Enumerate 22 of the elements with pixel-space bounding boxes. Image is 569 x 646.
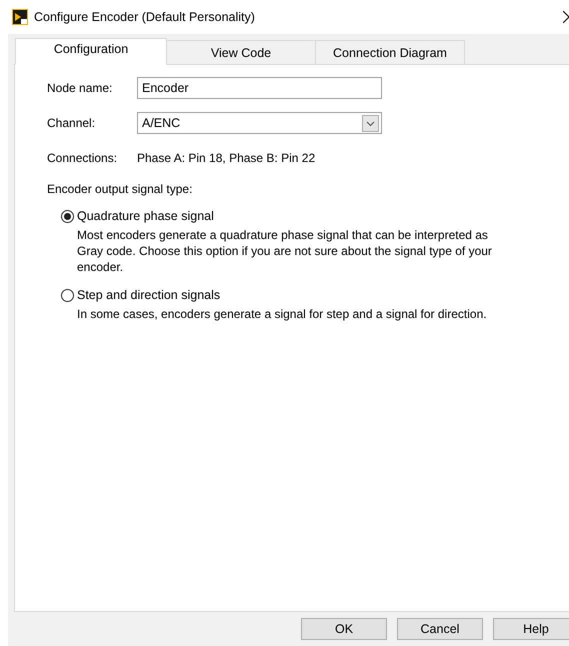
tab[interactable]: Configuration xyxy=(15,38,167,65)
app-icon xyxy=(12,9,28,25)
dialog-button[interactable]: Cancel xyxy=(397,618,483,640)
section-label: Encoder output signal type: xyxy=(47,182,194,196)
option-description: Most encoders generate a quadrature phase signal that can be interpreted as Gray code. Choose this option if you are not sure about the signal type of your encoder. xyxy=(77,227,493,275)
connections-value: Phase A: Pin 18, Phase B: Pin 22 xyxy=(137,151,316,165)
radio-label[interactable]: Quadrature phase signal xyxy=(77,209,214,223)
caret-icon xyxy=(362,114,379,132)
radio-button[interactable] xyxy=(61,288,74,302)
tab[interactable]: Connection Diagram xyxy=(315,40,465,65)
dialog-button[interactable]: Help xyxy=(493,618,569,640)
option-description: In some cases, encoders generate a signal for step and a signal for direction. xyxy=(77,306,488,322)
field-label: Node name: xyxy=(47,81,114,95)
window-title: Configure Encoder (Default Personality) xyxy=(34,10,255,24)
radio-button[interactable] xyxy=(61,210,74,222)
dropdown[interactable]: A/ENC xyxy=(137,112,382,134)
dialog-button[interactable]: OK xyxy=(301,618,387,640)
field-label: Connections: xyxy=(47,151,118,165)
input-field[interactable]: Encoder xyxy=(137,77,382,99)
close-icon[interactable] xyxy=(563,11,569,23)
field-label: Channel: xyxy=(47,116,96,130)
radio-label[interactable]: Step and direction signals xyxy=(77,288,220,302)
